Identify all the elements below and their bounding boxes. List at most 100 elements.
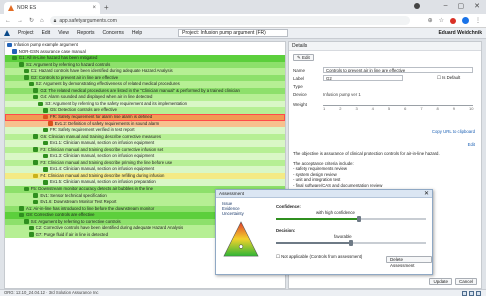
- not-applicable-checkbox[interactable]: ☐ Not applicable (Controls from assessme…: [276, 254, 366, 259]
- is-default-label: Is Default: [442, 75, 461, 80]
- name-label: Name: [293, 68, 306, 73]
- reload-icon[interactable]: ↻: [29, 17, 34, 24]
- node-type-icon: [33, 160, 39, 165]
- tree-row-label: C1: Hazard controls have been identified…: [30, 68, 173, 74]
- node-type-icon: [43, 127, 48, 133]
- menu-view[interactable]: View: [58, 30, 69, 36]
- menu-help[interactable]: Help: [132, 30, 142, 36]
- tree-row-label: Ev1: Sensor technical specification: [40, 192, 107, 198]
- menu-concerns[interactable]: Concerns: [102, 30, 123, 36]
- cancel-button[interactable]: Cancel: [454, 278, 477, 285]
- tree-row-label: S1: Argument by referring to hazard cont…: [26, 61, 111, 67]
- node-type-icon: [33, 88, 39, 93]
- menu-reports[interactable]: Reports: [77, 30, 95, 36]
- tree-row-label: C2: Corrective controls have been identi…: [35, 225, 184, 231]
- profile-avatar[interactable]: [462, 17, 469, 24]
- tab-close-icon[interactable]: ×: [92, 5, 96, 11]
- status-icon-3[interactable]: [476, 291, 481, 296]
- node-type-icon: [23, 219, 29, 224]
- dialog-close-icon[interactable]: ✕: [424, 190, 429, 198]
- node-type-icon: [11, 49, 17, 54]
- name-input[interactable]: Controls to prevent air in line are effe…: [323, 67, 473, 73]
- tree-row-label: G7: Purge fluid if air in line is detect…: [35, 231, 108, 237]
- checkbox-icon: ☐: [437, 75, 441, 80]
- home-icon[interactable]: ⌂: [40, 18, 44, 24]
- node-type-icon: [7, 42, 12, 48]
- weight-tick: 5: [387, 106, 391, 111]
- node-type-icon: [23, 75, 29, 80]
- status-icon-2[interactable]: [469, 291, 474, 296]
- status-bar: ORG: 12.10_24.04.12 · 3rd Solution Assur…: [0, 289, 486, 296]
- tree-row-label: Ev1.3: Clinician manual, section on infu…: [50, 153, 155, 159]
- tree-row[interactable]: [5, 277, 285, 285]
- new-tab-icon[interactable]: +: [104, 3, 109, 12]
- weight-tick: 7: [420, 106, 423, 111]
- tree-row-label: G5: Detection controls are effective: [50, 107, 118, 113]
- delete-assessment-button[interactable]: Delete Assessment: [386, 256, 432, 268]
- decision-slider[interactable]: [276, 240, 426, 246]
- browser-menu-icon[interactable]: ⋮: [475, 17, 481, 24]
- update-button[interactable]: Update: [429, 278, 452, 285]
- weight-scale[interactable]: 1 2 3 4 5 6 7 8 9 10: [323, 102, 473, 111]
- node-type-icon: [23, 68, 29, 74]
- tree-row-label: G8: Corrective controls are effective: [26, 212, 95, 218]
- node-type-icon: [33, 134, 39, 139]
- decision-knob[interactable]: [349, 240, 353, 246]
- node-type-icon: [19, 62, 24, 67]
- node-type-icon: [43, 140, 48, 146]
- weight-tick: 9: [452, 106, 455, 111]
- edit-button[interactable]: ✎ Edit: [293, 54, 314, 61]
- weight-track: [323, 105, 473, 106]
- back-icon[interactable]: ←: [5, 18, 11, 24]
- tree-row-label: G3: The related medical procedures are l…: [40, 87, 240, 93]
- node-type-icon: [43, 167, 48, 172]
- label-input[interactable]: G2: [323, 75, 403, 81]
- decision-label: Decision:: [276, 228, 296, 233]
- tree-row-label: G6: Clinician manual and training descri…: [40, 133, 161, 139]
- decision-value: favorable: [334, 234, 352, 239]
- user-name[interactable]: Eduard Weidchnik: [438, 30, 482, 36]
- project-selector[interactable]: Project: Infusion pump argument (FR): [178, 29, 289, 37]
- description-text: The objective is assurance of clinical p…: [293, 151, 477, 194]
- node-type-icon: [47, 121, 53, 126]
- status-icon-1[interactable]: [462, 291, 467, 296]
- close-window-button[interactable]: ✕: [474, 2, 480, 10]
- zoom-icon[interactable]: ⊕: [428, 17, 433, 24]
- tree-row-label: F5: Downstream monitor accuracy detects …: [30, 186, 154, 192]
- node-type-icon: [43, 108, 48, 113]
- forward-icon[interactable]: →: [17, 18, 23, 24]
- bookmark-star-icon[interactable]: ☆: [439, 17, 444, 24]
- node-type-icon: [43, 180, 48, 185]
- checkbox-icon: ☐: [276, 254, 280, 259]
- tab-title: NOR ES: [17, 5, 37, 11]
- tree-row-label: S4: Argument by referring to corrective …: [30, 218, 121, 224]
- confidence-slider[interactable]: [276, 216, 426, 222]
- menu-project[interactable]: Project: [18, 30, 34, 36]
- assessment-dialog: Assessment ✕ Issue Evidence Uncertainty …: [215, 189, 433, 275]
- node-type-icon: [33, 147, 39, 152]
- confidence-knob[interactable]: [356, 216, 361, 222]
- details-header: Details: [289, 42, 481, 51]
- url-field[interactable]: 🔒︎ app.safetyarguments.com: [49, 16, 410, 25]
- tree-row-label: A1: Air-in-line has introduced to line b…: [26, 205, 155, 211]
- tree-row-label: S2: Argument by demonstrating effectiven…: [35, 81, 180, 87]
- tree-row-label: Ev1.6: Downstream Monitor Test Report: [40, 199, 117, 205]
- maximize-button[interactable]: ▢: [458, 2, 465, 10]
- tree-row-label: S3: Argument by referring to the safety …: [45, 100, 188, 106]
- device-value: Infusion pump ver 1: [323, 92, 361, 97]
- browser-tab[interactable]: NOR ES ×: [4, 2, 100, 14]
- tree-row-label: Ev1.2: Definition of safety requirements…: [54, 120, 160, 126]
- node-type-icon: [11, 55, 17, 61]
- tree-row-label: F3: Clinician manual and training descri…: [40, 159, 173, 165]
- assessment-triangle-icon[interactable]: [222, 220, 260, 258]
- node-type-icon: [28, 81, 34, 87]
- minimize-button[interactable]: –: [444, 2, 448, 10]
- copy-url-link[interactable]: Copy URL to clipboard: [432, 129, 475, 134]
- not-applicable-label: Not applicable (Controls from assessment…: [281, 254, 363, 259]
- app-favicon-icon: [8, 5, 14, 11]
- menu-edit[interactable]: Edit: [42, 30, 51, 36]
- is-default-checkbox[interactable]: ☐ Is Default: [437, 75, 460, 81]
- extension-icon[interactable]: [450, 17, 456, 24]
- tree-row-label: G4: Alarm sounded and displayed when air…: [40, 94, 153, 100]
- edit-description-link[interactable]: Edit: [468, 142, 475, 147]
